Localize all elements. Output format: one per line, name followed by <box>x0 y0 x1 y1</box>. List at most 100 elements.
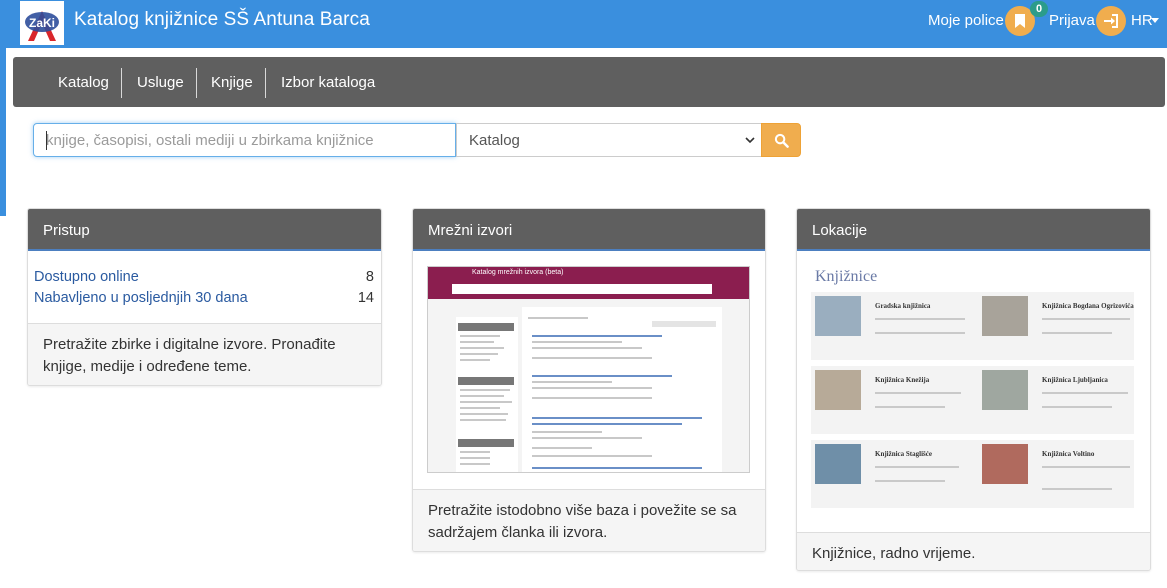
nav-item-izbor-kataloga[interactable]: Izbor kataloga <box>281 74 375 91</box>
network-resources-description: Pretražite istodobno više baza i povežit… <box>413 489 765 551</box>
library-name: Gradska knjižnica <box>875 302 931 310</box>
library-address-line <box>1042 466 1130 468</box>
library-address-line <box>875 466 959 468</box>
access-card-description: Pretražite zbirke i digitalne izvore. Pr… <box>28 323 381 385</box>
search-input[interactable] <box>33 123 456 157</box>
preview-link <box>532 375 672 377</box>
locations-preview[interactable]: Knjižnice Gradska knjižnica Knjižnica Bo… <box>811 266 1134 516</box>
library-name: Knjižnica Knežija <box>875 376 930 384</box>
preview-line <box>460 353 498 355</box>
preview-line <box>528 317 588 319</box>
preview-facet-head <box>458 323 514 331</box>
library-address-line <box>875 392 961 394</box>
preview-line <box>460 457 490 459</box>
library-name: Knjižnica Ljubljanica <box>1042 376 1108 384</box>
preview-link <box>532 467 702 469</box>
preview-line <box>460 389 510 391</box>
text-cursor <box>46 131 47 150</box>
library-photo <box>982 444 1028 484</box>
stat-online-link[interactable]: Dostupno online <box>34 269 139 285</box>
preview-title: Katalog mrežnih izvora (beta) <box>472 269 564 276</box>
stat-online-count: 8 <box>365 269 374 285</box>
app-title: Katalog knjižnice SŠ Antuna Barca <box>74 9 370 30</box>
preview-sidebar <box>456 317 518 472</box>
nav-divider <box>196 68 197 98</box>
left-accent-strip <box>0 48 6 216</box>
nav-divider <box>121 68 122 98</box>
zaki-logo[interactable]: ZaKi <box>20 1 64 45</box>
access-card-title: Pristup <box>28 209 381 251</box>
catalog-scope-select[interactable]: Katalog <box>456 123 762 157</box>
library-name: Knjižnica Bogdana Ogrizovića <box>1042 302 1134 310</box>
preview-line <box>532 357 652 359</box>
preview-line <box>532 347 642 349</box>
main-navbar: Katalog Usluge Knjige Izbor kataloga <box>13 57 1165 107</box>
library-phone-line <box>1042 406 1112 408</box>
search-button[interactable] <box>761 123 801 157</box>
nav-item-usluge[interactable]: Usluge <box>137 74 184 91</box>
library-photo <box>815 296 861 336</box>
preview-line <box>460 401 512 403</box>
preview-search <box>452 284 712 294</box>
preview-line <box>532 447 592 449</box>
library-photo <box>815 370 861 410</box>
preview-line <box>460 407 500 409</box>
preview-facet-head <box>458 439 514 447</box>
network-resources-preview[interactable]: Katalog mrežnih izvora (beta) <box>427 266 750 473</box>
nav-item-katalog[interactable]: Katalog <box>58 74 109 91</box>
library-photo <box>982 370 1028 410</box>
zaki-logo-icon: ZaKi <box>21 2 63 44</box>
preview-link <box>532 423 682 425</box>
network-resources-card[interactable]: Mrežni izvori Katalog mrežnih izvora (be… <box>412 208 766 552</box>
preview-line <box>652 321 716 327</box>
search-icon <box>774 133 789 148</box>
locations-card[interactable]: Lokacije Knjižnice Gradska knjižnica Knj… <box>796 208 1151 571</box>
stat-new-acquisitions-link[interactable]: Nabavljeno u posljednjih 30 dana <box>34 290 248 306</box>
language-selector[interactable]: HR <box>1131 12 1153 29</box>
library-phone-line <box>1042 332 1112 334</box>
library-address-line <box>1042 318 1130 320</box>
nav-item-knjige[interactable]: Knjige <box>211 74 253 91</box>
chevron-down-icon <box>745 137 755 144</box>
preview-line <box>532 397 652 399</box>
library-photo <box>982 296 1028 336</box>
preview-line <box>532 455 652 457</box>
network-resources-card-title: Mrežni izvori <box>413 209 765 251</box>
preview-line <box>460 395 504 397</box>
preview-line <box>460 451 490 453</box>
preview-line <box>460 463 490 465</box>
login-link[interactable]: Prijava <box>1049 12 1095 29</box>
preview-link <box>532 417 702 419</box>
sign-in-icon <box>1104 14 1118 28</box>
login-button[interactable] <box>1096 6 1126 36</box>
library-phone-line <box>875 480 945 482</box>
preview-line <box>532 431 602 433</box>
preview-results <box>522 307 722 472</box>
preview-line <box>532 437 642 439</box>
preview-line <box>460 341 494 343</box>
catalog-scope-value: Katalog <box>469 132 520 149</box>
locations-card-title: Lokacije <box>797 209 1150 251</box>
shelf-count-badge: 0 <box>1030 1 1048 17</box>
preview-line <box>460 335 500 337</box>
preview-line <box>460 419 506 421</box>
library-address-line <box>1042 392 1128 394</box>
preview-link <box>532 335 662 337</box>
preview-line <box>460 347 504 349</box>
library-phone-line <box>1042 488 1112 490</box>
library-address-line <box>875 318 965 320</box>
library-name: Knjižnica Voltino <box>1042 450 1095 458</box>
preview-line <box>532 381 612 383</box>
preview-line <box>532 341 622 343</box>
library-name: Knjižnica Staglišće <box>875 450 932 458</box>
locations-preview-heading: Knjižnice <box>815 268 878 285</box>
library-phone-line <box>875 332 965 334</box>
caret-down-icon <box>1151 18 1159 23</box>
library-phone-line <box>875 406 945 408</box>
preview-line <box>460 359 490 361</box>
library-photo <box>815 444 861 484</box>
preview-facet-head <box>458 377 514 385</box>
locations-description: Knjižnice, radno vrijeme. <box>797 532 1150 570</box>
my-shelves-link[interactable]: Moje police <box>928 12 1004 29</box>
access-card: Pristup Dostupno online 8 Nabavljeno u p… <box>27 208 382 386</box>
